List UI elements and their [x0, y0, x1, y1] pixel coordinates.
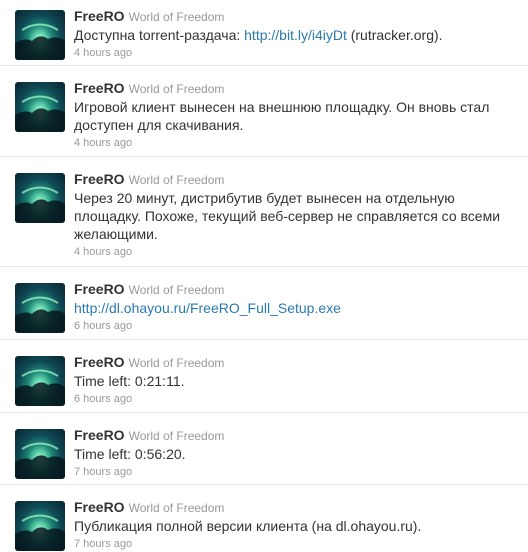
tweet-text-part: Доступна torrent-раздача: [74, 27, 245, 43]
screen-name[interactable]: FreeRO [74, 281, 125, 297]
tweet-content: FreeRO World of Freedom Через 20 минут, д… [74, 170, 514, 259]
tweet-item: FreeRO World of Freedom Публикация полной… [0, 498, 528, 552]
tweet-text-part: Публикация полной версии клиента (на dl.… [74, 518, 422, 534]
tweet-text: http://dl.ohayou.ru/FreeRO_Full_Setup.ex… [74, 299, 514, 317]
tweet-timestamp[interactable]: 4 hours ago [74, 136, 514, 150]
tweet-timestamp[interactable]: 7 hours ago [74, 465, 514, 479]
tweet-text: Time left: 0:56:20. [74, 445, 514, 463]
tweet-text-part: (rutracker.org). [346, 27, 443, 43]
tweet-content: FreeRO World of Freedom http://dl.ohayou.… [74, 280, 514, 333]
tweet-content: FreeRO World of Freedom Игровой клиент вы… [74, 79, 514, 150]
avatar[interactable] [15, 356, 65, 406]
avatar[interactable] [15, 501, 65, 551]
tweet-content: FreeRO World of Freedom Time left: 0:56:2… [74, 426, 514, 479]
screen-name[interactable]: FreeRO [74, 171, 125, 187]
tweet-item: FreeRO World of Freedom Игровой клиент вы… [0, 79, 528, 157]
aurora-landscape-icon [15, 296, 65, 333]
tweet-text: Публикация полной версии клиента (на dl.… [74, 517, 514, 535]
aurora-landscape-icon [15, 23, 65, 60]
tweet-item: FreeRO World of Freedom http://dl.ohayou.… [0, 280, 528, 340]
full-name: World of Freedom [128, 501, 225, 515]
full-name: World of Freedom [128, 10, 225, 24]
avatar[interactable] [15, 173, 65, 223]
tweet-content: FreeRO World of Freedom Публикация полной… [74, 498, 514, 551]
full-name: World of Freedom [128, 82, 225, 96]
aurora-landscape-icon [15, 369, 65, 406]
full-name: World of Freedom [128, 356, 225, 370]
tweet-item: FreeRO World of Freedom Через 20 минут, д… [0, 170, 528, 267]
full-name: World of Freedom [128, 429, 225, 443]
aurora-landscape-icon [15, 514, 65, 551]
avatar[interactable] [15, 283, 65, 333]
tweet-content: FreeRO World of Freedom Доступна torrent-… [74, 7, 514, 60]
avatar[interactable] [15, 429, 65, 479]
avatar[interactable] [15, 82, 65, 132]
tweet-timestamp[interactable]: 6 hours ago [74, 319, 514, 333]
screen-name[interactable]: FreeRO [74, 8, 125, 24]
tweet-text-part: Через 20 минут, дистрибутив будет вынесе… [74, 190, 501, 242]
full-name: World of Freedom [128, 173, 225, 187]
full-name: World of Freedom [128, 283, 225, 297]
tweet-text-part: Игровой клиент вынесен на внешнюю площад… [74, 99, 490, 133]
tweet-timestamp[interactable]: 7 hours ago [74, 537, 514, 551]
screen-name[interactable]: FreeRO [74, 427, 125, 443]
tweet-item: FreeRO World of Freedom Time left: 0:56:2… [0, 426, 528, 485]
avatar[interactable] [15, 10, 65, 60]
tweet-content: FreeRO World of Freedom Time left: 0:21:1… [74, 353, 514, 406]
aurora-landscape-icon [15, 442, 65, 479]
screen-name[interactable]: FreeRO [74, 499, 125, 515]
tweet-text: Time left: 0:21:11. [74, 372, 514, 390]
tweet-text-part: Time left: 0:56:20. [74, 446, 186, 462]
screen-name[interactable]: FreeRO [74, 80, 125, 96]
aurora-landscape-icon [15, 95, 65, 132]
tweet-text: Через 20 минут, дистрибутив будет вынесе… [74, 189, 514, 243]
tweet-item: FreeRO World of Freedom Time left: 0:21:1… [0, 353, 528, 413]
tweet-text: Игровой клиент вынесен на внешнюю площад… [74, 98, 514, 134]
tweet-timestamp[interactable]: 6 hours ago [74, 392, 514, 406]
tweet-item: FreeRO World of Freedom Доступна torrent-… [0, 7, 528, 66]
tweet-timeline: FreeRO World of Freedom Доступна torrent-… [0, 0, 528, 552]
tweet-link[interactable]: http://bit.ly/i4iyDt [244, 27, 347, 43]
tweet-text: Доступна torrent-раздача: http://bit.ly/… [74, 26, 514, 44]
tweet-link[interactable]: http://dl.ohayou.ru/FreeRO_Full_Setup.ex… [74, 300, 341, 316]
aurora-landscape-icon [15, 186, 65, 223]
tweet-timestamp[interactable]: 4 hours ago [74, 245, 514, 259]
tweet-timestamp[interactable]: 4 hours ago [74, 46, 514, 60]
screen-name[interactable]: FreeRO [74, 354, 125, 370]
tweet-text-part: Time left: 0:21:11. [74, 373, 185, 389]
